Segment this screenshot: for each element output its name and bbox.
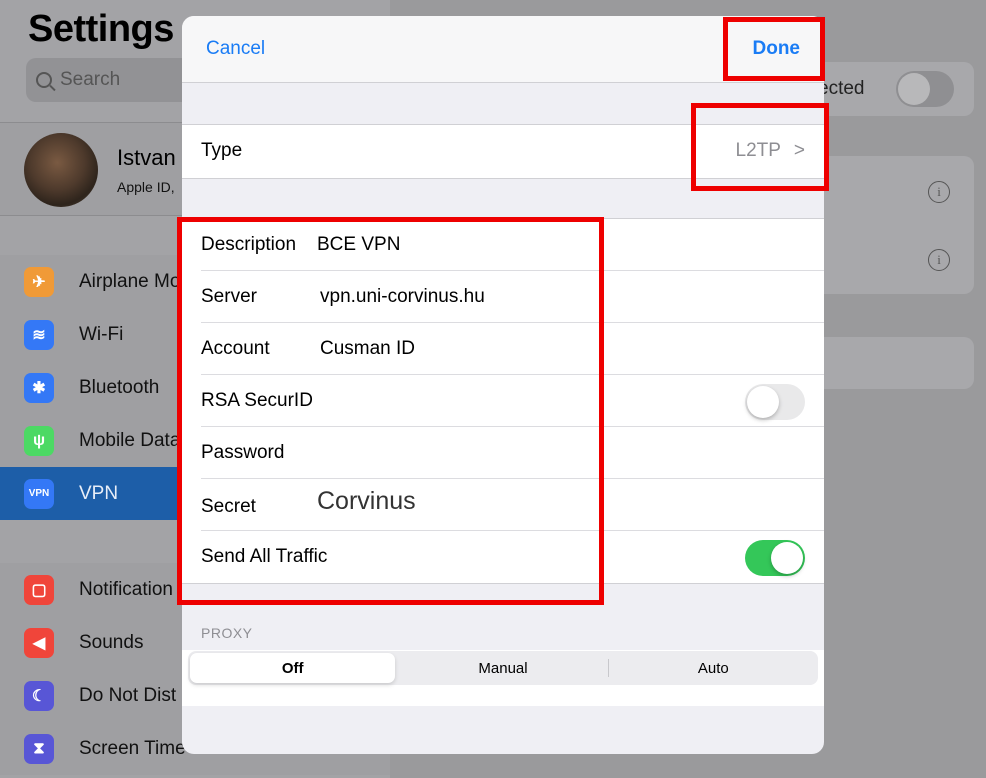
proxy-segmented-control: Off Manual Auto <box>188 651 818 685</box>
toggle-knob <box>771 542 803 574</box>
sidebar-item-label: Sounds <box>79 631 144 653</box>
sidebar-item-label: Screen Time <box>79 737 186 759</box>
search-placeholder: Search <box>60 69 121 90</box>
status-toggle[interactable] <box>896 71 954 107</box>
sidebar-item-label: Do Not Dist <box>79 684 177 706</box>
sidebar-item-label: Wi-Fi <box>79 323 124 345</box>
toggle-knob <box>747 386 779 418</box>
annotation-box-fields <box>177 217 604 605</box>
proxy-option-manual[interactable]: Manual <box>400 653 605 683</box>
profile-subtitle: Apple ID, <box>117 179 175 195</box>
moon-icon: ☾ <box>24 680 54 711</box>
profile-name: Istvan <box>117 145 176 170</box>
airplane-icon: ✈ <box>24 266 54 297</box>
sidebar-item-label: VPN <box>79 482 119 504</box>
hourglass-icon: ⧗ <box>24 733 54 764</box>
status-text: ected <box>818 78 865 99</box>
sidebar-item-label: Bluetooth <box>79 376 160 398</box>
speaker-icon: ◀ <box>24 627 54 658</box>
send-all-traffic-toggle[interactable] <box>745 540 805 576</box>
segment-divider <box>607 659 609 677</box>
type-label: Type <box>201 140 243 161</box>
notifications-icon: ▢ <box>24 574 54 605</box>
vpn-icon: VPN <box>24 478 54 509</box>
annotation-box-done <box>723 17 825 81</box>
cancel-button[interactable]: Cancel <box>206 38 265 60</box>
proxy-section-header: PROXY <box>201 625 253 641</box>
sidebar-item-label: Mobile Data <box>79 429 181 451</box>
info-icon[interactable]: i <box>928 249 950 271</box>
wifi-icon: ≋ <box>24 319 54 350</box>
annotation-box-type <box>691 103 829 191</box>
sidebar-item-label: Airplane Mo <box>79 270 181 292</box>
info-icon[interactable]: i <box>928 181 950 203</box>
sidebar-item-label: Notification <box>79 578 173 600</box>
proxy-option-auto[interactable]: Auto <box>611 653 816 683</box>
bluetooth-icon: ✱ <box>24 372 54 403</box>
search-icon <box>36 72 52 88</box>
proxy-option-off[interactable]: Off <box>190 653 396 683</box>
proxy-segment-bar: Off Manual Auto <box>182 650 824 706</box>
rsa-securid-toggle[interactable] <box>745 384 805 420</box>
antenna-icon: ψ <box>24 425 54 456</box>
sidebar-title: Settings <box>28 8 174 50</box>
avatar <box>24 133 98 207</box>
